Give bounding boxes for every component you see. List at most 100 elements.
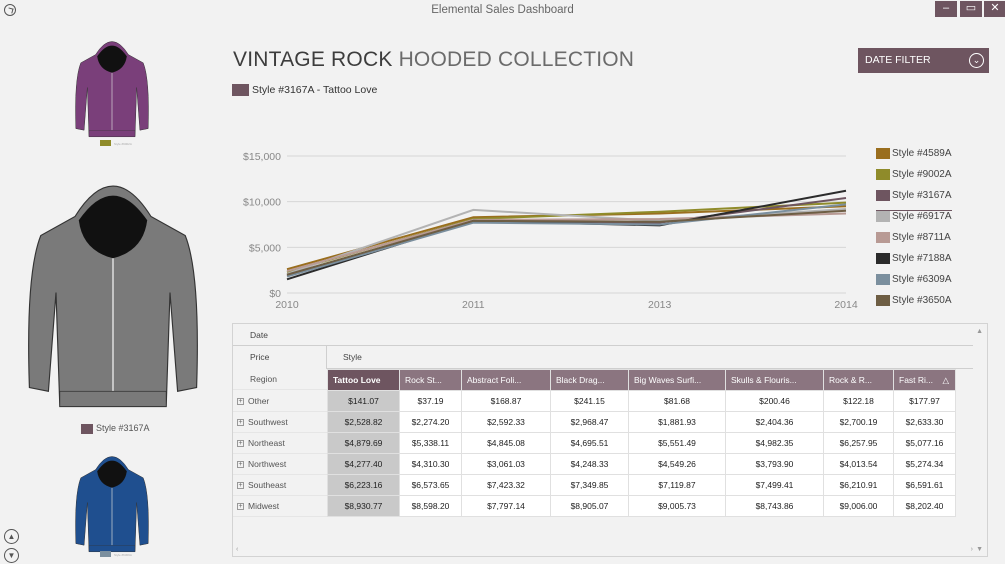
field-date[interactable]: Date	[250, 330, 268, 340]
table-cell[interactable]: $7,349.85	[550, 474, 629, 496]
table-cell[interactable]: $5,551.49	[628, 432, 726, 454]
table-cell[interactable]: $9,006.00	[823, 495, 894, 517]
expand-icon[interactable]: +	[237, 482, 244, 490]
row-header[interactable]: + Northwest	[233, 454, 327, 475]
minimize-button[interactable]: –	[935, 1, 957, 17]
table-cell[interactable]: $7,119.87	[628, 474, 726, 496]
table-cell[interactable]: $4,695.51	[550, 432, 629, 454]
table-cell[interactable]: $3,061.03	[461, 453, 551, 475]
scroll-down-icon[interactable]: ▼	[4, 548, 19, 563]
table-cell[interactable]: $168.87	[461, 390, 551, 412]
table-cell[interactable]: $3,793.90	[725, 453, 824, 475]
table-cell[interactable]: $2,528.82	[327, 411, 400, 433]
table-cell[interactable]: $4,549.26	[628, 453, 726, 475]
scroll-right-icon[interactable]: ›	[971, 546, 973, 553]
row-header[interactable]: + Southwest	[233, 412, 327, 433]
maximize-button[interactable]: ▭	[960, 1, 982, 17]
expand-icon[interactable]: +	[237, 461, 244, 469]
legend-item[interactable]: Style #9002A	[876, 169, 952, 190]
table-cell[interactable]: $122.18	[823, 390, 894, 412]
column-header[interactable]: Rock & R...	[823, 369, 894, 391]
table-cell[interactable]: $8,930.77	[327, 495, 400, 517]
table-cell[interactable]: $5,077.16	[893, 432, 956, 454]
table-cell[interactable]: $8,598.20	[399, 495, 462, 517]
table-cell[interactable]: $7,499.41	[725, 474, 824, 496]
column-header[interactable]: Skulls & Flouris...	[725, 369, 824, 391]
table-cell[interactable]: $37.19	[399, 390, 462, 412]
table-cell[interactable]: $2,633.30	[893, 411, 956, 433]
table-cell[interactable]: $6,257.95	[823, 432, 894, 454]
table-cell[interactable]: $141.07	[327, 390, 400, 412]
table-cell[interactable]: $4,248.33	[550, 453, 629, 475]
field-region[interactable]: Region	[233, 369, 327, 390]
table-cell[interactable]: $8,202.40	[893, 495, 956, 517]
table-cell[interactable]: $241.15	[550, 390, 629, 412]
scroll-left-icon[interactable]: ‹	[236, 546, 238, 553]
product-caption: Style #6309A	[100, 548, 132, 558]
field-price[interactable]: Price	[250, 352, 269, 362]
table-cell[interactable]: $81.68	[628, 390, 726, 412]
legend-item[interactable]: Style #8711A	[876, 232, 952, 253]
table-cell[interactable]: $8,743.86	[725, 495, 824, 517]
legend-item[interactable]: Style #7188A	[876, 253, 952, 274]
column-header[interactable]: Fast Ri... △	[893, 369, 956, 391]
table-row: $141.07 $37.19 $168.87 $241.15 $81.68 $200.46…	[327, 390, 956, 412]
sort-icon[interactable]: △	[942, 375, 949, 386]
product-caption-text: Style #6309A	[114, 553, 132, 557]
table-cell[interactable]: $4,879.69	[327, 432, 400, 454]
table-cell[interactable]: $5,338.11	[399, 432, 462, 454]
table-cell[interactable]: $5,274.34	[893, 453, 956, 475]
table-cell[interactable]: $200.46	[725, 390, 824, 412]
table-cell[interactable]: $4,982.35	[725, 432, 824, 454]
column-header[interactable]: Black Drag...	[550, 369, 629, 391]
legend-item[interactable]: Style #4589A	[876, 148, 952, 169]
scroll-up-icon[interactable]: ▲	[976, 328, 983, 335]
table-cell[interactable]: $2,700.19	[823, 411, 894, 433]
table-cell[interactable]: $6,223.16	[327, 474, 400, 496]
expand-icon[interactable]: +	[237, 398, 244, 406]
column-header[interactable]: Big Waves Surfi...	[628, 369, 726, 391]
date-filter-button[interactable]: DATE FILTER ⌄	[858, 48, 989, 73]
table-cell[interactable]: $8,905.07	[550, 495, 629, 517]
series-line	[286, 209, 847, 276]
column-header[interactable]: Abstract Foli...	[461, 369, 551, 391]
product-card[interactable]	[70, 30, 154, 145]
scroll-down-icon[interactable]: ▼	[976, 546, 983, 553]
table-cell[interactable]: $6,591.61	[893, 474, 956, 496]
expand-icon[interactable]: +	[237, 440, 244, 448]
column-header[interactable]: Tattoo Love	[327, 369, 400, 391]
row-header[interactable]: + Northeast	[233, 433, 327, 454]
table-cell[interactable]: $6,210.91	[823, 474, 894, 496]
close-button[interactable]: ✕	[984, 1, 1005, 17]
product-card[interactable]	[18, 150, 208, 435]
table-cell[interactable]: $6,573.65	[399, 474, 462, 496]
expand-icon[interactable]: +	[237, 503, 244, 511]
column-header[interactable]: Rock St...	[399, 369, 462, 391]
legend-item[interactable]: Style #3167A	[876, 190, 952, 211]
table-cell[interactable]: $2,274.20	[399, 411, 462, 433]
legend-item[interactable]: Style #3650A	[876, 295, 952, 316]
table-cell[interactable]: $177.97	[893, 390, 956, 412]
legend-item[interactable]: Style #6917A	[876, 211, 952, 232]
row-header[interactable]: + Southeast	[233, 475, 327, 496]
legend-item[interactable]: Style #6309A	[876, 274, 952, 295]
scroll-up-icon[interactable]: ▲	[4, 529, 19, 544]
table-cell[interactable]: $7,423.32	[461, 474, 551, 496]
row-header[interactable]: + Midwest	[233, 496, 327, 517]
table-cell[interactable]: $4,013.54	[823, 453, 894, 475]
series-line	[286, 197, 847, 277]
table-cell[interactable]: $7,797.14	[461, 495, 551, 517]
table-cell[interactable]: $4,277.40	[327, 453, 400, 475]
field-style[interactable]: Style	[343, 352, 362, 362]
table-cell[interactable]: $4,845.08	[461, 432, 551, 454]
product-card[interactable]	[70, 445, 154, 560]
table-cell[interactable]: $4,310.30	[399, 453, 462, 475]
table-cell[interactable]: $1,881.93	[628, 411, 726, 433]
expand-icon[interactable]: +	[237, 419, 244, 427]
title-bar: Elemental Sales Dashboard – ▭ ✕	[0, 0, 1005, 22]
table-cell[interactable]: $9,005.73	[628, 495, 726, 517]
table-cell[interactable]: $2,404.36	[725, 411, 824, 433]
row-header[interactable]: + Other	[233, 391, 327, 412]
table-cell[interactable]: $2,968.47	[550, 411, 629, 433]
table-cell[interactable]: $2,592.33	[461, 411, 551, 433]
